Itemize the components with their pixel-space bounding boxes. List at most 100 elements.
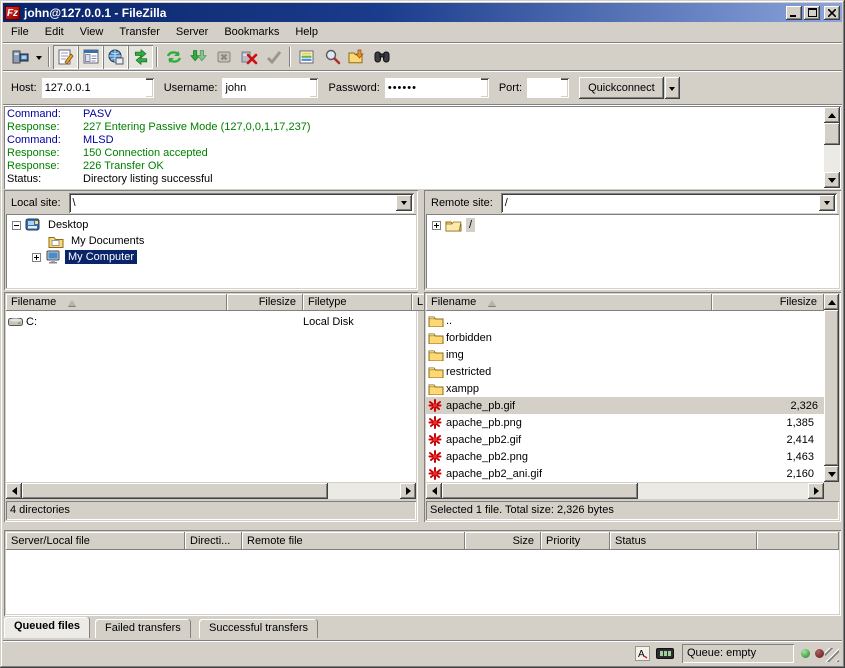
computer-icon bbox=[45, 250, 61, 264]
file-name: forbidden bbox=[446, 332, 492, 344]
password-input[interactable] bbox=[385, 78, 481, 98]
local-site-combo[interactable]: \ bbox=[69, 193, 414, 213]
log-label: Command: bbox=[7, 134, 61, 147]
scroll-up-icon[interactable] bbox=[824, 294, 839, 310]
ascii-transfer-type-icon[interactable]: A bbox=[635, 646, 650, 661]
remote-file-row[interactable]: forbidden bbox=[428, 329, 822, 346]
combo-dropdown-icon[interactable] bbox=[819, 195, 835, 211]
scroll-thumb[interactable] bbox=[824, 123, 840, 145]
minimize-button[interactable] bbox=[786, 6, 802, 20]
local-site-pane: Local site: \ Desktop My Documents My Co… bbox=[4, 190, 418, 290]
site-manager-icon[interactable] bbox=[7, 45, 32, 69]
process-queue-icon[interactable] bbox=[186, 45, 211, 69]
remote-file-row[interactable]: img bbox=[428, 346, 822, 363]
column-header-filename[interactable]: Filename bbox=[426, 294, 712, 311]
title-bar[interactable]: Fz john@127.0.0.1 - FileZilla bbox=[3, 3, 842, 22]
file-name: C: bbox=[26, 316, 37, 328]
toolbar-separator bbox=[48, 47, 50, 67]
column-header-filename[interactable]: Filename bbox=[6, 294, 227, 311]
cancel-icon[interactable] bbox=[211, 45, 236, 69]
message-log-toggle-icon[interactable] bbox=[53, 45, 78, 69]
maximize-button[interactable] bbox=[804, 6, 820, 20]
remote-file-row[interactable]: xampp bbox=[428, 380, 822, 397]
column-header-remote-file[interactable]: Remote file bbox=[242, 532, 465, 550]
combo-dropdown-icon[interactable] bbox=[396, 195, 412, 211]
apache-feather-icon bbox=[428, 416, 442, 429]
remote-site-combo[interactable]: / bbox=[501, 193, 837, 213]
menu-view[interactable]: View bbox=[72, 24, 112, 40]
remote-site-pane: Remote site: / / bbox=[424, 190, 841, 290]
scroll-thumb[interactable] bbox=[442, 483, 638, 499]
remote-file-row[interactable]: apache_pb2_ani.gif 2,160 bbox=[428, 465, 822, 482]
scroll-up-icon[interactable] bbox=[824, 107, 840, 123]
expand-icon[interactable] bbox=[32, 253, 41, 262]
column-header-direction[interactable]: Directi... bbox=[185, 532, 242, 550]
tree-item-desktop[interactable]: Desktop bbox=[12, 217, 91, 233]
tab-queued-files[interactable]: Queued files bbox=[4, 617, 90, 638]
host-input[interactable] bbox=[42, 78, 146, 98]
remote-file-row[interactable]: restricted bbox=[428, 363, 822, 380]
remote-file-row[interactable]: .. bbox=[428, 312, 822, 329]
file-name: restricted bbox=[446, 366, 491, 378]
scroll-right-icon[interactable] bbox=[400, 483, 416, 499]
column-header-server-local-file[interactable]: Server/Local file bbox=[6, 532, 185, 550]
tree-item-my-computer[interactable]: My Computer bbox=[32, 249, 137, 265]
scroll-thumb[interactable] bbox=[22, 483, 328, 499]
quickconnect-button[interactable]: Quickconnect bbox=[579, 77, 664, 99]
menu-transfer[interactable]: Transfer bbox=[111, 24, 168, 40]
check-icon[interactable] bbox=[261, 45, 286, 69]
scroll-right-icon[interactable] bbox=[808, 483, 824, 499]
local-tree-toggle-icon[interactable] bbox=[78, 45, 103, 69]
remote-file-row[interactable]: apache_pb2.gif 2,414 bbox=[428, 431, 822, 448]
username-input[interactable] bbox=[222, 78, 310, 98]
menu-server[interactable]: Server bbox=[168, 24, 216, 40]
disconnect-icon[interactable] bbox=[236, 45, 261, 69]
green-led-icon bbox=[801, 649, 810, 658]
remote-vscrollbar[interactable] bbox=[824, 294, 839, 482]
log-scrollbar[interactable] bbox=[824, 107, 840, 188]
tree-item-my-documents[interactable]: My Documents bbox=[48, 233, 147, 249]
menu-edit[interactable]: Edit bbox=[37, 24, 72, 40]
indicator-badge-icon[interactable] bbox=[656, 648, 674, 659]
remote-tree-toggle-icon[interactable] bbox=[103, 45, 128, 69]
tab-successful-transfers[interactable]: Successful transfers bbox=[199, 619, 318, 638]
menu-bookmarks[interactable]: Bookmarks bbox=[216, 24, 287, 40]
column-header-size[interactable]: Size bbox=[465, 532, 541, 550]
remote-file-row[interactable]: apache_pb.png 1,385 bbox=[428, 414, 822, 431]
local-file-row[interactable]: C: Local Disk bbox=[8, 313, 413, 330]
scroll-down-icon[interactable] bbox=[824, 172, 840, 188]
expand-icon[interactable] bbox=[432, 221, 441, 230]
synchronized-browsing-icon[interactable] bbox=[369, 45, 394, 69]
refresh-icon[interactable] bbox=[161, 45, 186, 69]
column-header-filetype[interactable]: Filetype bbox=[303, 294, 412, 311]
file-name: .. bbox=[446, 315, 452, 327]
queue-toggle-icon[interactable] bbox=[128, 45, 153, 69]
tab-failed-transfers[interactable]: Failed transfers bbox=[95, 619, 191, 638]
remote-file-row-selected[interactable]: apache_pb.gif 2,326 bbox=[426, 397, 824, 414]
search-icon[interactable] bbox=[319, 45, 344, 69]
menu-file[interactable]: File bbox=[3, 24, 37, 40]
column-header-priority[interactable]: Priority bbox=[541, 532, 610, 550]
quickconnect-dropdown-icon[interactable] bbox=[665, 77, 680, 99]
close-button[interactable] bbox=[824, 6, 840, 20]
remote-list-header: Filename Filesize bbox=[426, 294, 839, 311]
column-header-filesize[interactable]: Filesize bbox=[712, 294, 824, 311]
resize-grip[interactable] bbox=[825, 648, 839, 662]
remote-file-row[interactable]: apache_pb2.png 1,463 bbox=[428, 448, 822, 465]
column-header-status[interactable]: Status bbox=[610, 532, 757, 550]
scroll-down-icon[interactable] bbox=[824, 466, 839, 482]
scroll-thumb[interactable] bbox=[824, 310, 839, 466]
compare-directories-icon[interactable] bbox=[344, 45, 369, 69]
collapse-icon[interactable] bbox=[12, 221, 21, 230]
local-hscrollbar[interactable] bbox=[6, 483, 416, 499]
port-input[interactable] bbox=[527, 78, 561, 98]
column-header-filesize[interactable]: Filesize bbox=[227, 294, 303, 311]
scroll-left-icon[interactable] bbox=[426, 483, 442, 499]
scroll-left-icon[interactable] bbox=[6, 483, 22, 499]
remote-hscrollbar[interactable] bbox=[426, 483, 824, 499]
filter-icon[interactable] bbox=[294, 45, 319, 69]
port-label: Port: bbox=[499, 82, 522, 94]
menu-help[interactable]: Help bbox=[287, 24, 326, 40]
site-manager-dropdown-icon[interactable] bbox=[32, 45, 45, 69]
tree-item-root[interactable]: / bbox=[432, 217, 475, 233]
